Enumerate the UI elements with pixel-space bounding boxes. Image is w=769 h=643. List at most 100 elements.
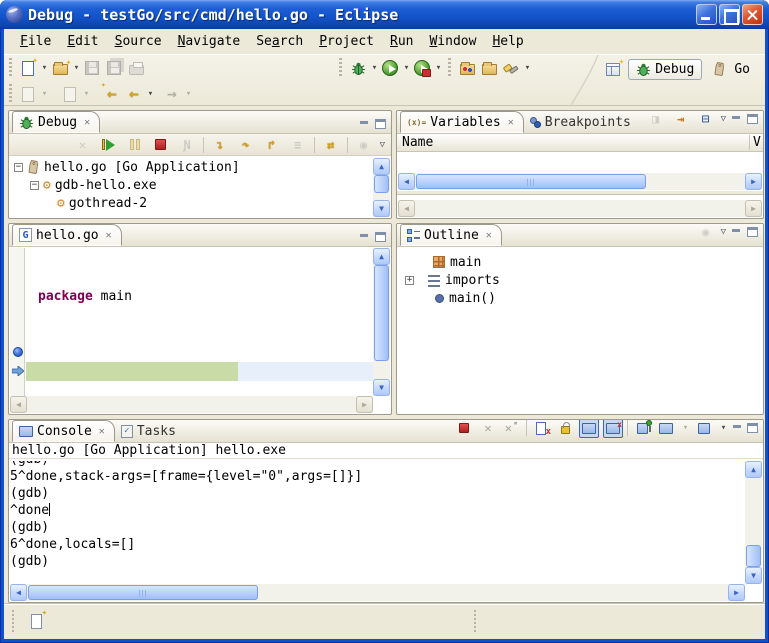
drop-to-frame-button[interactable]: ≡ (288, 135, 308, 155)
remove-all-terminated-icon[interactable]: ✕̽ (502, 419, 522, 438)
editor-vscrollbar[interactable]: ▲ ▼ (373, 248, 390, 396)
scroll-down-icon[interactable]: ▼ (373, 200, 390, 217)
scroll-thumb[interactable] (746, 545, 761, 567)
scroll-down-icon[interactable]: ▼ (373, 379, 390, 396)
menu-project[interactable]: Project (311, 32, 382, 51)
debug-dropdown[interactable]: ▾ (370, 63, 379, 73)
terminate-button[interactable] (454, 419, 474, 438)
search-button[interactable] (500, 56, 522, 80)
outline-sort-icon[interactable]: ◉ (696, 223, 716, 242)
external-tools-button[interactable] (411, 56, 433, 80)
search-dropdown[interactable]: ▾ (523, 63, 532, 73)
display-console-dropdown[interactable]: ▾ (681, 423, 690, 433)
tree-row-partial[interactable]: − ⚙ (10, 212, 373, 217)
run-button[interactable] (379, 56, 401, 80)
previous-annotation-dropdown[interactable]: ▾ (40, 89, 49, 99)
suspend-button[interactable] (125, 135, 145, 155)
toolbar-grip[interactable] (337, 58, 344, 78)
collapse-all-icon[interactable]: ⊟ (696, 110, 716, 129)
console-hscrollbar[interactable]: ◀ ▶ (10, 584, 745, 601)
view-minimize-button[interactable] (732, 424, 743, 433)
debug-misc-icon[interactable]: ◉ (354, 135, 374, 155)
console-vscrollbar[interactable]: ▲ ▼ (745, 461, 762, 584)
maximize-button[interactable] (719, 4, 740, 25)
column-value[interactable]: V (749, 135, 763, 150)
step-return-button[interactable]: ↱ (262, 135, 282, 155)
annotation-ruler[interactable] (10, 248, 25, 396)
forward-button[interactable]: → (161, 82, 183, 106)
outline-item-package[interactable]: main (397, 253, 763, 271)
scroll-lock-icon[interactable] (555, 419, 575, 438)
last-edit-location-button[interactable]: ←✦ (101, 82, 123, 106)
view-menu-icon[interactable]: ▽ (380, 140, 385, 150)
tab-outline[interactable]: Outline ✕ (400, 224, 502, 246)
tab-breakpoints[interactable]: Breakpoints (524, 111, 640, 133)
tab-console[interactable]: Console ✕ (12, 420, 115, 442)
view-maximize-button[interactable] (747, 227, 758, 237)
open-perspective-button[interactable]: ✦ (602, 57, 624, 81)
view-minimize-button[interactable] (359, 120, 370, 129)
display-selected-console-icon[interactable] (656, 419, 676, 438)
back-dropdown[interactable]: ▾ (146, 89, 155, 99)
tab-close-icon[interactable]: ✕ (84, 117, 90, 128)
back-button[interactable]: ← (123, 82, 145, 106)
show-stderr-toggle[interactable]: x (603, 419, 623, 438)
show-type-names-icon[interactable]: ◨ (646, 110, 666, 129)
new-wizard-button[interactable]: ✦ (17, 56, 39, 80)
show-stdout-toggle[interactable] (579, 419, 599, 438)
menu-run[interactable]: Run (382, 32, 421, 51)
forward-dropdown[interactable]: ▾ (184, 89, 193, 99)
step-over-button[interactable]: ↷ (236, 135, 256, 155)
external-tools-dropdown[interactable]: ▾ (434, 63, 443, 73)
toolbar-grip[interactable] (446, 58, 453, 78)
previous-annotation-button[interactable] (17, 82, 39, 106)
scroll-thumb[interactable] (374, 175, 389, 193)
tab-close-icon[interactable]: ✕ (486, 230, 492, 241)
toolbar-grip[interactable] (7, 58, 14, 78)
pin-console-icon[interactable] (632, 419, 652, 438)
view-maximize-button[interactable] (375, 119, 386, 129)
tree-row[interactable]: − hello.go [Go Application] (10, 158, 373, 176)
remove-launch-icon[interactable]: ✕ (478, 419, 498, 438)
scroll-thumb[interactable] (28, 585, 258, 600)
view-minimize-button[interactable] (731, 115, 742, 124)
tree-row[interactable]: − ⚙ gdb-hello.exe (10, 176, 373, 194)
collapse-expander-icon[interactable]: − (14, 163, 23, 172)
tab-debug[interactable]: Debug ✕ (12, 111, 100, 133)
view-minimize-button[interactable] (359, 233, 370, 242)
variables-empty-row[interactable] (397, 152, 763, 167)
open-console-dropdown[interactable]: ▾ (719, 423, 728, 433)
view-maximize-button[interactable] (747, 423, 758, 433)
menu-navigate[interactable]: Navigate (170, 32, 249, 51)
resume-button[interactable] (99, 135, 119, 155)
editor-hscrollbar[interactable]: ◀ ▶ (10, 396, 373, 413)
disconnect-icon[interactable]: ✕ (73, 135, 93, 155)
new-folder-wizard-button[interactable]: ✦ (49, 56, 71, 80)
scroll-right-icon[interactable]: ▶ (745, 173, 762, 190)
scroll-thumb[interactable] (416, 174, 646, 189)
column-name[interactable]: Name (397, 135, 749, 150)
save-button[interactable] (81, 56, 103, 80)
terminate-button[interactable] (151, 135, 171, 155)
menu-help[interactable]: Help (484, 32, 531, 51)
editor-area[interactable]: package main import "fmt" func main() { … (10, 248, 373, 396)
outline-item-main-func[interactable]: main() (397, 289, 763, 307)
close-button[interactable] (742, 4, 763, 25)
scroll-thumb[interactable] (374, 265, 389, 361)
view-minimize-button[interactable] (731, 228, 742, 237)
expand-expander-icon[interactable]: + (405, 276, 414, 285)
collapse-expander-icon[interactable]: − (30, 217, 39, 218)
tab-tasks[interactable]: ✓ Tasks (115, 420, 185, 442)
scroll-down-icon[interactable]: ▼ (745, 567, 762, 584)
run-dropdown[interactable]: ▾ (402, 63, 411, 73)
debug-button[interactable] (347, 56, 369, 80)
tab-variables[interactable]: (x)= Variables ✕ (400, 111, 524, 133)
clear-console-icon[interactable]: x (531, 419, 551, 438)
menu-file[interactable]: File (12, 32, 59, 51)
perspective-debug[interactable]: Debug (628, 59, 702, 80)
scroll-up-icon[interactable]: ▲ (745, 461, 762, 478)
step-into-button[interactable]: ↴ (210, 135, 230, 155)
console-output[interactable]: (gdb) 5^done,stack-args=[frame={level="0… (10, 461, 745, 584)
debug-tree-vscrollbar[interactable]: ▲ ▼ (373, 158, 390, 217)
open-resource-button[interactable] (456, 56, 478, 80)
